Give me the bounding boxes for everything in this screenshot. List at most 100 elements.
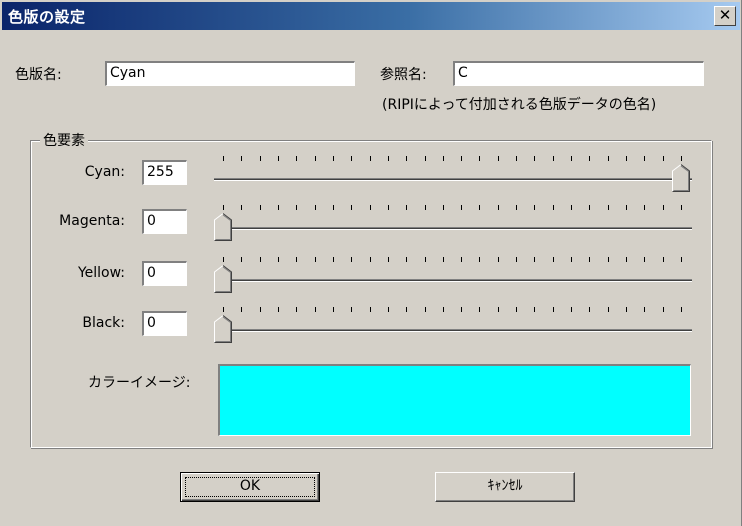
slider-thumb[interactable] bbox=[214, 315, 232, 343]
slider-tick bbox=[277, 205, 279, 210]
slider-tick bbox=[223, 257, 224, 262]
ok-button[interactable]: OK bbox=[180, 472, 320, 502]
slider-tick bbox=[277, 307, 279, 312]
slider-tick bbox=[259, 205, 261, 210]
plate-name-input[interactable]: Cyan bbox=[105, 61, 355, 86]
slider-tick bbox=[461, 307, 463, 312]
slider-tick bbox=[259, 156, 261, 161]
slider-tick bbox=[479, 205, 481, 210]
slider-tick bbox=[681, 307, 682, 312]
slider-tick bbox=[534, 307, 536, 312]
slider-track bbox=[214, 178, 692, 181]
slider-tick bbox=[644, 205, 646, 210]
slider-tick bbox=[552, 257, 554, 262]
slider-tick bbox=[461, 156, 463, 161]
slider-tick bbox=[516, 307, 518, 312]
slider-tick bbox=[662, 205, 664, 210]
slider-tick bbox=[442, 257, 444, 262]
channel-slider[interactable] bbox=[214, 307, 692, 347]
slider-tick bbox=[644, 156, 646, 161]
channel-slider[interactable] bbox=[214, 257, 692, 297]
slider-tick bbox=[516, 156, 518, 161]
slider-tick bbox=[296, 156, 298, 161]
channel-label: Cyan: bbox=[84, 164, 125, 180]
slider-tick bbox=[681, 257, 682, 262]
close-button[interactable]: ✕ bbox=[714, 6, 736, 26]
slider-tick bbox=[607, 205, 609, 210]
slider-tick bbox=[332, 205, 334, 210]
slider-tick bbox=[607, 257, 609, 262]
slider-ticks bbox=[214, 307, 692, 317]
slider-tick bbox=[259, 307, 261, 312]
slider-tick bbox=[607, 307, 609, 312]
slider-tick bbox=[406, 156, 408, 161]
cancel-button[interactable]: ｷｬﾝｾﾙ bbox=[435, 472, 575, 502]
slider-tick bbox=[332, 257, 334, 262]
slider-thumb[interactable] bbox=[214, 265, 232, 293]
slider-tick bbox=[387, 257, 389, 262]
slider-tick bbox=[534, 156, 536, 161]
slider-tick bbox=[607, 156, 609, 161]
slider-tick bbox=[223, 156, 224, 161]
slider-thumb[interactable] bbox=[672, 164, 690, 192]
slider-tick bbox=[387, 205, 389, 210]
slider-tick bbox=[662, 257, 664, 262]
color-image-preview bbox=[218, 364, 691, 436]
slider-tick bbox=[406, 205, 408, 210]
channel-value-input[interactable]: 0 bbox=[142, 209, 187, 234]
window-title: 色版の設定 bbox=[8, 8, 86, 26]
slider-tick bbox=[644, 257, 646, 262]
channel-value-input[interactable]: 255 bbox=[142, 160, 187, 185]
slider-tick bbox=[552, 307, 554, 312]
slider-tick bbox=[424, 205, 426, 210]
channel-value-input[interactable]: 0 bbox=[142, 261, 187, 286]
reference-name-input[interactable]: C bbox=[453, 61, 704, 86]
slider-tick bbox=[552, 205, 554, 210]
slider-tick bbox=[369, 307, 371, 312]
slider-tick bbox=[479, 257, 481, 262]
slider-tick bbox=[534, 257, 536, 262]
slider-ticks bbox=[214, 156, 692, 166]
slider-tick bbox=[351, 156, 353, 161]
color-elements-legend: 色要素 bbox=[40, 130, 88, 150]
channel-value-input[interactable]: 0 bbox=[142, 311, 187, 336]
slider-tick bbox=[351, 205, 353, 210]
slider-tick bbox=[296, 307, 298, 312]
slider-tick bbox=[259, 257, 261, 262]
slider-ticks bbox=[214, 257, 692, 267]
slider-tick bbox=[314, 257, 316, 262]
slider-tick bbox=[589, 257, 591, 262]
slider-tick bbox=[277, 257, 279, 262]
slider-tick bbox=[369, 156, 371, 161]
slider-tick bbox=[351, 257, 353, 262]
slider-tick bbox=[552, 156, 554, 161]
slider-tick bbox=[662, 307, 664, 312]
channel-slider[interactable] bbox=[214, 156, 692, 196]
color-image-label: カラーイメージ: bbox=[88, 375, 191, 391]
slider-track bbox=[214, 329, 692, 332]
slider-tick bbox=[332, 156, 334, 161]
slider-tick bbox=[516, 257, 518, 262]
slider-tick bbox=[314, 307, 316, 312]
slider-tick bbox=[223, 307, 224, 312]
slider-tick bbox=[589, 205, 591, 210]
slider-thumb[interactable] bbox=[214, 213, 232, 241]
channel-slider[interactable] bbox=[214, 205, 692, 245]
slider-track bbox=[214, 279, 692, 282]
slider-tick bbox=[626, 307, 628, 312]
ok-button-label: OK bbox=[239, 478, 261, 494]
slider-tick bbox=[497, 257, 499, 262]
dialog-window: 色版の設定 ✕ 色版名: Cyan 参照名: C (RIPIによって付加される色… bbox=[0, 0, 742, 526]
slider-tick bbox=[369, 257, 371, 262]
reference-name-label: 参照名: bbox=[380, 67, 427, 83]
slider-tick bbox=[589, 156, 591, 161]
slider-tick bbox=[626, 257, 628, 262]
slider-tick bbox=[406, 307, 408, 312]
reference-name-note: (RIPIによって付加される色版データの色名) bbox=[382, 97, 657, 113]
slider-tick bbox=[424, 156, 426, 161]
slider-tick bbox=[241, 156, 243, 161]
slider-tick bbox=[626, 205, 628, 210]
title-bar[interactable]: 色版の設定 ✕ bbox=[2, 2, 740, 30]
slider-tick bbox=[442, 205, 444, 210]
slider-tick bbox=[461, 257, 463, 262]
